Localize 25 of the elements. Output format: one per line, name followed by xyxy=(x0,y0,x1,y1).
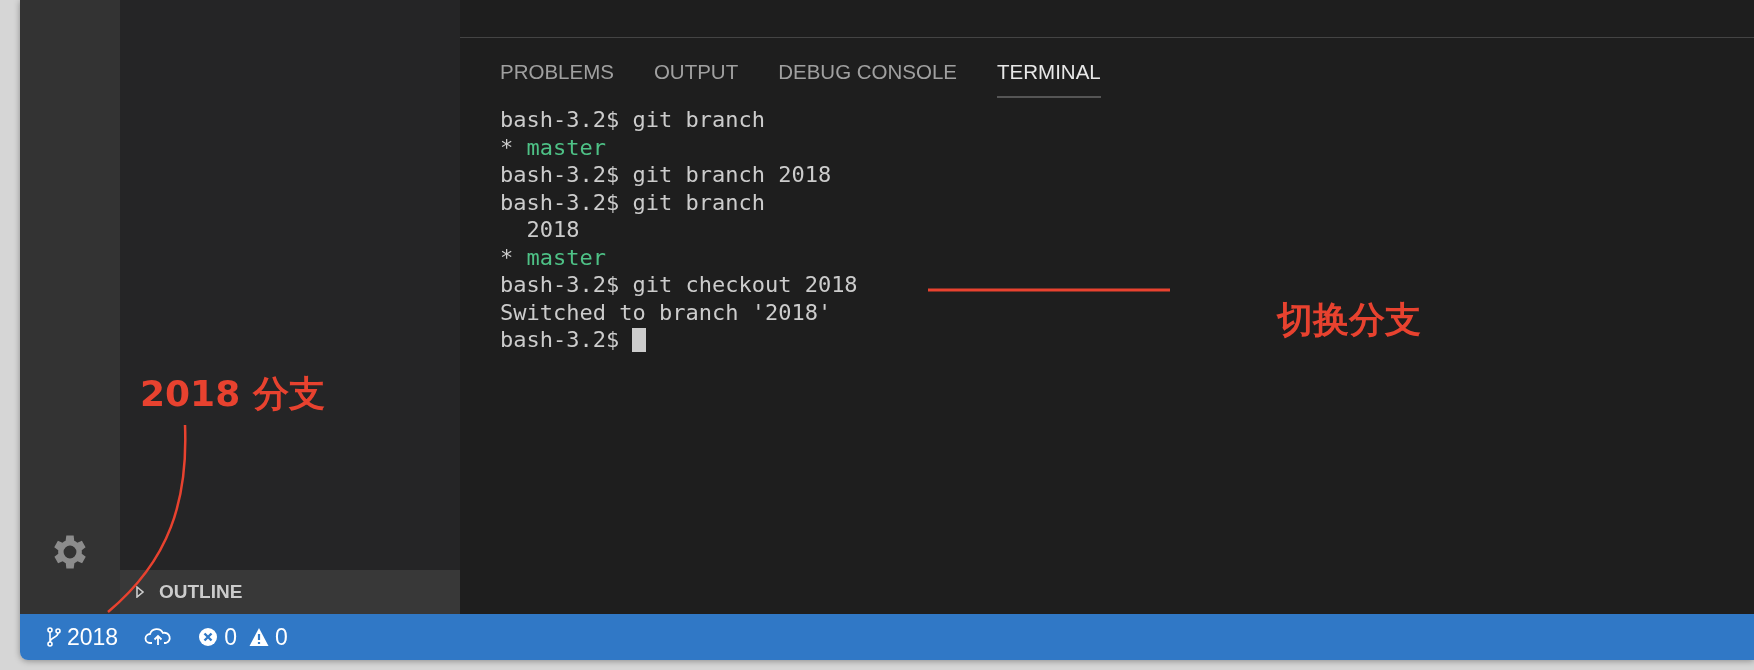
panel-tab[interactable]: PROBLEMS xyxy=(500,60,614,98)
terminal-cursor xyxy=(632,327,647,352)
panel-tab[interactable]: TERMINAL xyxy=(997,60,1101,98)
warning-icon xyxy=(248,627,269,647)
terminal-line: Switched to branch '2018' xyxy=(500,298,832,326)
terminal-line: 2018 xyxy=(525,216,580,244)
annotation-label: 2018 分支 xyxy=(140,372,325,416)
terminal-prompt: bash-3.2$ xyxy=(500,326,620,354)
annotation-label: 切换分支 xyxy=(1277,298,1421,342)
cloud-upload-icon[interactable] xyxy=(144,627,173,647)
warnings-status[interactable]: 0 xyxy=(248,623,288,651)
terminal-line: * master xyxy=(500,133,606,161)
branch-status[interactable]: 2018 xyxy=(47,623,119,651)
terminal-line: bash-3.2$ git branch xyxy=(500,106,765,134)
errors-status[interactable]: 0 xyxy=(198,623,237,651)
terminal-line: bash-3.2$ git checkout 2018 xyxy=(500,271,858,299)
chevron-icon xyxy=(135,586,145,598)
git-branch-icon xyxy=(47,627,61,647)
terminal-line: bash-3.2$ git branch xyxy=(500,188,765,216)
terminal-line: bash-3.2$ git branch 2018 xyxy=(500,161,832,189)
panel-tab[interactable]: DEBUG CONSOLE xyxy=(778,60,958,98)
terminal-line: * master xyxy=(500,243,606,271)
outline-header[interactable]: OUTLINE xyxy=(120,570,460,614)
panel-tab[interactable]: OUTPUT xyxy=(653,60,739,98)
error-icon xyxy=(198,627,219,647)
